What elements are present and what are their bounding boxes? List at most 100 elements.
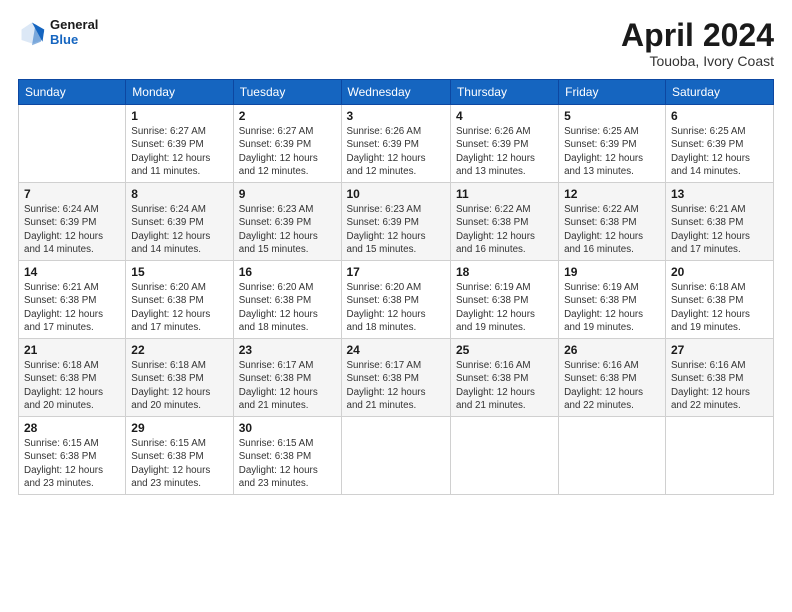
day-detail: Sunrise: 6:21 AMSunset: 6:38 PMDaylight:… — [24, 281, 120, 334]
day-detail: Sunrise: 6:27 AMSunset: 6:39 PMDaylight:… — [131, 125, 227, 178]
calendar-cell: 21Sunrise: 6:18 AMSunset: 6:38 PMDayligh… — [19, 339, 126, 417]
day-detail: Sunrise: 6:19 AMSunset: 6:38 PMDaylight:… — [564, 281, 660, 334]
day-number: 6 — [671, 109, 768, 123]
calendar-cell: 22 Sunrise: 6:18 AMSunset: 6:38 PMDayligh… — [126, 339, 233, 417]
header: General Blue April 2024 Touoba, Ivory Co… — [18, 18, 774, 69]
day-number: 17 — [347, 265, 445, 279]
calendar-cell: 16Sunrise: 6:20 AMSunset: 6:38 PMDayligh… — [233, 261, 341, 339]
calendar-cell: 15 Sunrise: 6:20 AMSunset: 6:38 PMDayligh… — [126, 261, 233, 339]
day-number: 14 — [24, 265, 120, 279]
calendar-cell: 18Sunrise: 6:19 AMSunset: 6:38 PMDayligh… — [450, 261, 558, 339]
day-number: 9 — [239, 187, 336, 201]
calendar-cell: 8 Sunrise: 6:24 AMSunset: 6:39 PMDaylight… — [126, 183, 233, 261]
day-number: 12 — [564, 187, 660, 201]
location: Touoba, Ivory Coast — [621, 53, 774, 69]
calendar-cell — [450, 417, 558, 495]
day-number: 18 — [456, 265, 553, 279]
week-row-3: 14 Sunrise: 6:21 AMSunset: 6:38 PMDayligh… — [19, 261, 774, 339]
day-detail: Sunrise: 6:27 AMSunset: 6:39 PMDaylight:… — [239, 125, 336, 178]
day-detail: Sunrise: 6:26 AMSunset: 6:39 PMDaylight:… — [347, 125, 445, 178]
day-detail: Sunrise: 6:18 AMSunset: 6:38 PMDaylight:… — [131, 359, 227, 412]
week-row-1: 1 Sunrise: 6:27 AMSunset: 6:39 PMDaylight… — [19, 105, 774, 183]
day-number: 30 — [239, 421, 336, 435]
calendar-cell: 11Sunrise: 6:22 AMSunset: 6:38 PMDayligh… — [450, 183, 558, 261]
day-number: 7 — [24, 187, 120, 201]
week-row-2: 7 Sunrise: 6:24 AMSunset: 6:39 PMDaylight… — [19, 183, 774, 261]
weekday-header-sunday: Sunday — [19, 80, 126, 105]
logo-text: General Blue — [50, 18, 98, 48]
calendar-cell: 5 Sunrise: 6:25 AMSunset: 6:39 PMDaylight… — [559, 105, 666, 183]
calendar-cell: 20Sunrise: 6:18 AMSunset: 6:38 PMDayligh… — [665, 261, 773, 339]
day-detail: Sunrise: 6:24 AMSunset: 6:39 PMDaylight:… — [24, 203, 120, 256]
calendar-cell: 19 Sunrise: 6:19 AMSunset: 6:38 PMDayligh… — [559, 261, 666, 339]
weekday-header-tuesday: Tuesday — [233, 80, 341, 105]
logo: General Blue — [18, 18, 98, 48]
calendar-cell: 17 Sunrise: 6:20 AMSunset: 6:38 PMDayligh… — [341, 261, 450, 339]
calendar-cell: 12 Sunrise: 6:22 AMSunset: 6:38 PMDayligh… — [559, 183, 666, 261]
day-number: 19 — [564, 265, 660, 279]
calendar-cell: 2 Sunrise: 6:27 AMSunset: 6:39 PMDaylight… — [233, 105, 341, 183]
day-number: 16 — [239, 265, 336, 279]
calendar-cell: 24 Sunrise: 6:17 AMSunset: 6:38 PMDayligh… — [341, 339, 450, 417]
day-detail: Sunrise: 6:20 AMSunset: 6:38 PMDaylight:… — [131, 281, 227, 334]
day-number: 1 — [131, 109, 227, 123]
logo-line2: Blue — [50, 33, 98, 48]
day-number: 11 — [456, 187, 553, 201]
day-detail: Sunrise: 6:17 AMSunset: 6:38 PMDaylight:… — [347, 359, 445, 412]
day-detail: Sunrise: 6:16 AMSunset: 6:38 PMDaylight:… — [671, 359, 768, 412]
day-detail: Sunrise: 6:21 AMSunset: 6:38 PMDaylight:… — [671, 203, 768, 256]
day-detail: Sunrise: 6:16 AMSunset: 6:38 PMDaylight:… — [456, 359, 553, 412]
day-detail: Sunrise: 6:18 AMSunset: 6:38 PMDaylight:… — [24, 359, 120, 412]
weekday-header-wednesday: Wednesday — [341, 80, 450, 105]
weekday-header-row: SundayMondayTuesdayWednesdayThursdayFrid… — [19, 80, 774, 105]
calendar-cell — [559, 417, 666, 495]
day-detail: Sunrise: 6:17 AMSunset: 6:38 PMDaylight:… — [239, 359, 336, 412]
day-number: 5 — [564, 109, 660, 123]
day-detail: Sunrise: 6:23 AMSunset: 6:39 PMDaylight:… — [239, 203, 336, 256]
calendar-table: SundayMondayTuesdayWednesdayThursdayFrid… — [18, 79, 774, 495]
day-number: 28 — [24, 421, 120, 435]
week-row-5: 28 Sunrise: 6:15 AMSunset: 6:38 PMDayligh… — [19, 417, 774, 495]
calendar-cell — [19, 105, 126, 183]
day-detail: Sunrise: 6:22 AMSunset: 6:38 PMDaylight:… — [564, 203, 660, 256]
weekday-header-monday: Monday — [126, 80, 233, 105]
calendar-cell — [665, 417, 773, 495]
calendar-cell: 9 Sunrise: 6:23 AMSunset: 6:39 PMDaylight… — [233, 183, 341, 261]
week-row-4: 21Sunrise: 6:18 AMSunset: 6:38 PMDayligh… — [19, 339, 774, 417]
day-detail: Sunrise: 6:25 AMSunset: 6:39 PMDaylight:… — [564, 125, 660, 178]
day-detail: Sunrise: 6:25 AMSunset: 6:39 PMDaylight:… — [671, 125, 768, 178]
day-number: 27 — [671, 343, 768, 357]
day-detail: Sunrise: 6:15 AMSunset: 6:38 PMDaylight:… — [239, 437, 336, 490]
day-number: 10 — [347, 187, 445, 201]
day-number: 23 — [239, 343, 336, 357]
day-detail: Sunrise: 6:23 AMSunset: 6:39 PMDaylight:… — [347, 203, 445, 256]
day-number: 2 — [239, 109, 336, 123]
calendar-cell: 28 Sunrise: 6:15 AMSunset: 6:38 PMDayligh… — [19, 417, 126, 495]
day-number: 26 — [564, 343, 660, 357]
day-number: 15 — [131, 265, 227, 279]
calendar-cell: 6 Sunrise: 6:25 AMSunset: 6:39 PMDaylight… — [665, 105, 773, 183]
weekday-header-saturday: Saturday — [665, 80, 773, 105]
calendar-cell: 25 Sunrise: 6:16 AMSunset: 6:38 PMDayligh… — [450, 339, 558, 417]
calendar-cell — [341, 417, 450, 495]
calendar-cell: 1 Sunrise: 6:27 AMSunset: 6:39 PMDaylight… — [126, 105, 233, 183]
day-number: 3 — [347, 109, 445, 123]
day-detail: Sunrise: 6:15 AMSunset: 6:38 PMDaylight:… — [24, 437, 120, 490]
calendar-cell: 27 Sunrise: 6:16 AMSunset: 6:38 PMDayligh… — [665, 339, 773, 417]
day-number: 4 — [456, 109, 553, 123]
day-number: 22 — [131, 343, 227, 357]
day-number: 25 — [456, 343, 553, 357]
day-number: 24 — [347, 343, 445, 357]
calendar-cell: 7 Sunrise: 6:24 AMSunset: 6:39 PMDaylight… — [19, 183, 126, 261]
logo-line1: General — [50, 18, 98, 33]
weekday-header-friday: Friday — [559, 80, 666, 105]
calendar-cell: 23 Sunrise: 6:17 AMSunset: 6:38 PMDayligh… — [233, 339, 341, 417]
day-detail: Sunrise: 6:20 AMSunset: 6:38 PMDaylight:… — [347, 281, 445, 334]
day-detail: Sunrise: 6:24 AMSunset: 6:39 PMDaylight:… — [131, 203, 227, 256]
day-number: 8 — [131, 187, 227, 201]
day-detail: Sunrise: 6:16 AMSunset: 6:38 PMDaylight:… — [564, 359, 660, 412]
page: General Blue April 2024 Touoba, Ivory Co… — [0, 0, 792, 612]
title-block: April 2024 Touoba, Ivory Coast — [621, 18, 774, 69]
calendar-cell: 26 Sunrise: 6:16 AMSunset: 6:38 PMDayligh… — [559, 339, 666, 417]
calendar-cell: 4Sunrise: 6:26 AMSunset: 6:39 PMDaylight… — [450, 105, 558, 183]
